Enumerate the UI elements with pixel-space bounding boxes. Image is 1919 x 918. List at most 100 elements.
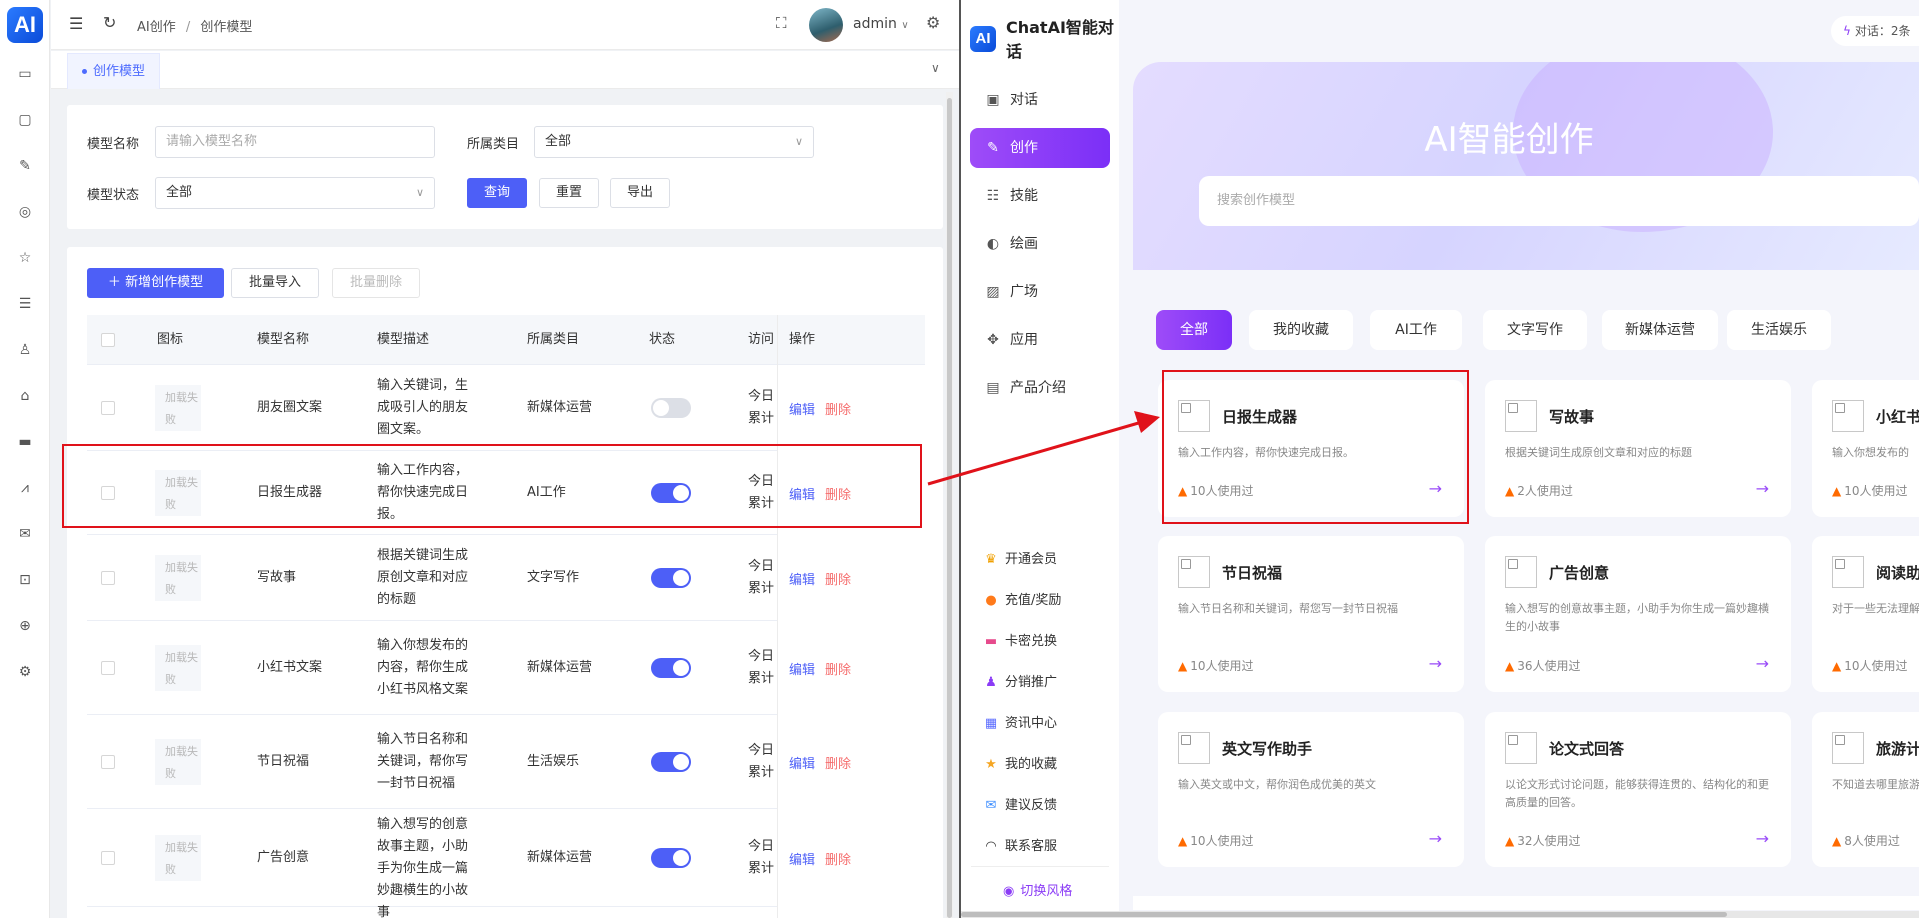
- model-desc-cell: 输入节日名称和关键词，帮你写一封节日祝福: [377, 732, 469, 791]
- edit-link[interactable]: 编辑: [789, 569, 815, 588]
- compass-icon[interactable]: ◎: [15, 202, 35, 222]
- model-name-input[interactable]: 请输入模型名称: [155, 126, 435, 158]
- model-card[interactable]: 写故事 根据关键词生成原创文章和对应的标题 ▲ 2人使用过 →: [1485, 380, 1791, 517]
- row-checkbox[interactable]: [101, 661, 115, 675]
- mail-icon[interactable]: ✉: [15, 524, 35, 544]
- edit-link[interactable]: 编辑: [789, 753, 815, 772]
- nav-item-4[interactable]: ◐ 绘画: [970, 224, 1110, 264]
- query-button[interactable]: 查询: [467, 178, 527, 208]
- filter-pill-1[interactable]: 全部: [1156, 310, 1232, 350]
- model-card[interactable]: 旅游计不知道去哪里旅游▲8人使用过→: [1812, 712, 1919, 867]
- vertical-scrollbar[interactable]: [946, 92, 953, 918]
- model-name-cell: 小红书文案: [257, 660, 323, 675]
- menu-fold-icon[interactable]: ☰: [69, 14, 83, 33]
- filter-pill-6[interactable]: 生活娱乐: [1727, 310, 1831, 350]
- bottom-nav-item-8[interactable]: ◠ 联系客服: [983, 837, 1057, 857]
- model-card[interactable]: 小红书输入你想发布的▲10人使用过→: [1812, 380, 1919, 517]
- status-toggle[interactable]: [651, 752, 691, 772]
- delete-link[interactable]: 删除: [825, 569, 851, 588]
- delete-link[interactable]: 删除: [825, 753, 851, 772]
- search-input[interactable]: 搜索创作模型: [1199, 176, 1919, 226]
- row-checkbox[interactable]: [101, 851, 115, 865]
- settings-icon[interactable]: ⚙: [926, 13, 940, 32]
- status-select[interactable]: 全部 ∨: [155, 177, 435, 209]
- arrow-right-icon[interactable]: →: [1429, 829, 1442, 848]
- delete-link[interactable]: 删除: [825, 659, 851, 678]
- filter-pill-4[interactable]: 文字写作: [1483, 310, 1587, 350]
- app-icon[interactable]: ⌂: [15, 386, 35, 406]
- filter-pill-3[interactable]: AI工作: [1370, 310, 1462, 350]
- target-icon[interactable]: ⊕: [15, 616, 35, 636]
- card-image-icon: [1505, 556, 1537, 588]
- horizontal-scrollbar[interactable]: [961, 911, 1919, 918]
- status-toggle[interactable]: [651, 848, 691, 868]
- status-toggle[interactable]: [651, 568, 691, 588]
- bottom-nav-item-1[interactable]: ♛ 开通会员: [983, 550, 1057, 570]
- model-card[interactable]: 节日祝福 输入节日名称和关键词，帮您写一封节日祝福 ▲ 10人使用过 →: [1158, 536, 1464, 692]
- switch-style-button[interactable]: ◉ 切换风格: [1003, 880, 1072, 899]
- avatar[interactable]: [809, 8, 843, 42]
- batch-delete-button[interactable]: 批量删除: [332, 268, 420, 298]
- filter-pill-2[interactable]: 我的收藏: [1249, 310, 1353, 350]
- breadcrumb-root[interactable]: AI创作: [137, 20, 176, 35]
- scrollbar-thumb[interactable]: [961, 912, 1727, 917]
- row-checkbox[interactable]: [101, 755, 115, 769]
- model-card[interactable]: 阅读助对于一些无法理解进行解读并制定▲10人使用过→: [1812, 536, 1919, 692]
- arrow-right-icon[interactable]: →: [1756, 654, 1769, 673]
- nav-item-2[interactable]: ✎ 创作: [970, 128, 1110, 168]
- add-model-button[interactable]: ＋ 新增创作模型: [87, 268, 224, 298]
- nav-item-5[interactable]: ▨ 广场: [970, 272, 1110, 312]
- lock-icon[interactable]: ⊡: [15, 570, 35, 590]
- filter-pill-5[interactable]: 新媒体运营: [1602, 310, 1718, 350]
- model-card[interactable]: 英文写作助手 输入英文或中文，帮你润色成优美的英文 ▲ 10人使用过 →: [1158, 712, 1464, 867]
- bottom-nav-item-6[interactable]: ★ 我的收藏: [983, 755, 1057, 775]
- category-cell: 生活娱乐: [527, 754, 580, 769]
- delete-link[interactable]: 删除: [825, 849, 851, 868]
- nav-item-3[interactable]: ☷ 技能: [970, 176, 1110, 216]
- select-all-checkbox[interactable]: [101, 333, 115, 347]
- chat-icon[interactable]: ▢: [15, 110, 35, 130]
- delete-link[interactable]: 删除: [825, 399, 851, 418]
- fire-icon: ▲: [1505, 484, 1515, 498]
- bottom-nav-item-4[interactable]: ♟ 分销推广: [983, 673, 1057, 693]
- arrow-right-icon[interactable]: →: [1429, 654, 1442, 673]
- arrow-right-icon[interactable]: →: [1756, 479, 1769, 498]
- scrollbar-thumb[interactable]: [947, 98, 952, 918]
- table-row: 加载失败 节日祝福 输入节日名称和关键词，帮你写一封节日祝福 生活娱乐 今日 累计 编辑 删除: [87, 715, 925, 809]
- tab-dropdown-icon[interactable]: ∨: [931, 61, 940, 75]
- bottom-nav-item-3[interactable]: ▬ 卡密兑换: [983, 632, 1057, 652]
- bottom-nav-item-7[interactable]: ✉ 建议反馈: [983, 796, 1057, 816]
- edit-link[interactable]: 编辑: [789, 659, 815, 678]
- user-icon[interactable]: ♙: [15, 340, 35, 360]
- monitor-icon[interactable]: ▭: [15, 64, 35, 84]
- edit-link[interactable]: 编辑: [789, 849, 815, 868]
- tab-create-model[interactable]: 创作模型: [67, 53, 161, 89]
- export-button[interactable]: 导出: [610, 178, 670, 208]
- bottom-nav-item-2[interactable]: ● 充值/奖励: [983, 591, 1061, 611]
- model-card[interactable]: 广告创意 输入想写的创意故事主题，小助手为你生成一篇妙趣横生的小故事 ▲ 36人使用过…: [1485, 536, 1791, 692]
- pen-icon[interactable]: ✎: [15, 156, 35, 176]
- status-toggle[interactable]: [651, 658, 691, 678]
- briefcase-icon[interactable]: ▬: [15, 432, 35, 452]
- reset-button[interactable]: 重置: [539, 178, 599, 208]
- fullscreen-icon[interactable]: ⛶: [776, 14, 787, 32]
- star-icon[interactable]: ☆: [15, 248, 35, 268]
- model-desc-cell: 输入你想发布的内容，帮你生成小红书风格文案: [377, 638, 469, 697]
- refresh-icon[interactable]: ↻: [103, 13, 116, 32]
- row-checkbox[interactable]: [101, 571, 115, 585]
- visits-today: 今日: [748, 839, 775, 854]
- edit-link[interactable]: 编辑: [789, 399, 815, 418]
- chart-icon[interactable]: ⩘: [15, 478, 35, 498]
- status-toggle[interactable]: [651, 398, 691, 418]
- database-icon[interactable]: ☰: [15, 294, 35, 314]
- nav-item-6[interactable]: ✥ 应用: [970, 320, 1110, 360]
- row-checkbox[interactable]: [101, 401, 115, 415]
- category-select[interactable]: 全部 ∨: [534, 126, 814, 158]
- gear-icon[interactable]: ⚙: [15, 662, 35, 682]
- arrow-right-icon[interactable]: →: [1756, 829, 1769, 848]
- batch-import-button[interactable]: 批量导入: [231, 268, 319, 298]
- model-card[interactable]: 论文式回答 以论文形式讨论问题，能够获得连贯的、结构化的和更高质量的回答。 ▲ 32人…: [1485, 712, 1791, 867]
- user-menu[interactable]: admin ∨: [853, 16, 909, 32]
- nav-item-1[interactable]: ▣ 对话: [970, 80, 1110, 120]
- bottom-nav-item-5[interactable]: ▦ 资讯中心: [983, 714, 1057, 734]
